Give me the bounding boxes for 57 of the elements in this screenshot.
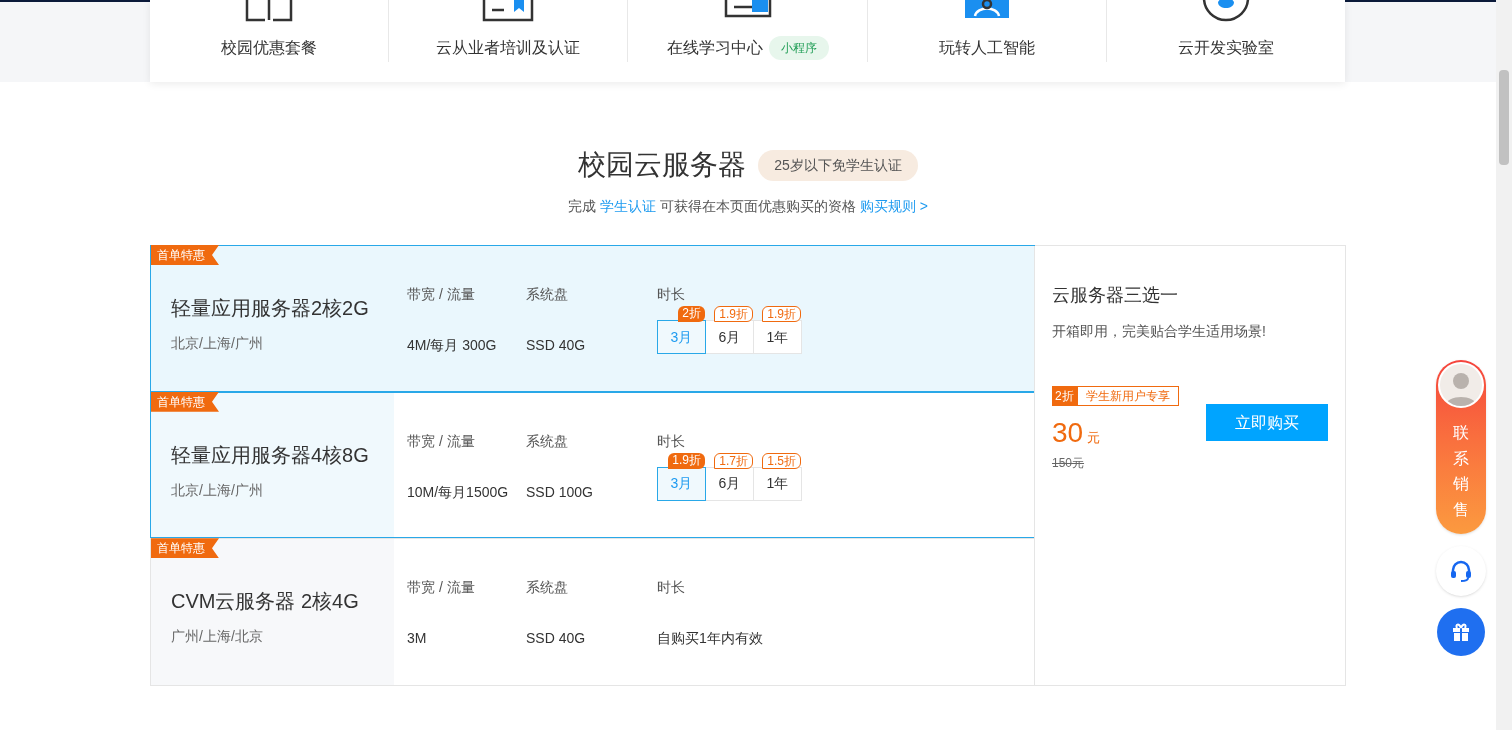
column-label: 系统盘 [526, 285, 569, 304]
gift-icon [1451, 622, 1471, 643]
discount-tag: 1.9折 [714, 306, 753, 322]
discount-tag: 1.7折 [714, 452, 753, 469]
region-list: 北京/上海/广州 [171, 479, 394, 501]
product-row[interactable]: 首单特惠 轻量应用服务器4核8G 北京/上海/广州 带宽 / 流量 10M/每月1500G 系统盘 SSD 100G 时长 1.9折 3月 1.7折 6月 1.5折 1年 [150, 391, 1035, 539]
subtitle-text: 可获得在本页面优惠购买的资格 [659, 197, 856, 216]
price-unit: 元 [1087, 429, 1101, 447]
promo-tag: 首单特惠 [151, 245, 219, 265]
bandwidth-value: 10M/每月1500G [407, 482, 510, 502]
certificate-icon [482, 0, 535, 22]
nav-item[interactable]: 云开发实验室 [1105, 0, 1345, 62]
column-label: 时长 [657, 285, 686, 304]
mini-program-badge: 小程序 [768, 36, 829, 60]
scrollbar[interactable] [1496, 0, 1512, 730]
price: 30 [1052, 416, 1084, 450]
product-row[interactable]: 首单特惠 轻量应用服务器2核2G 北京/上海/广州 带宽 / 流量 4M/每月 300G 系统盘 SSD 40G 时长 2折 3月 1.9折 6月 1.9折 1年 [150, 245, 1035, 392]
panel-description: 开箱即用，完美贴合学生适用场景! [1052, 322, 1267, 341]
validity-text: 自购买1年内有效 [657, 629, 764, 649]
subtitle-text: 完成 [567, 197, 596, 216]
duration-option[interactable]: 1年 [753, 466, 802, 501]
column-label: 带宽 / 流量 [407, 431, 476, 451]
region-list: 广州/上海/北京 [171, 626, 394, 648]
promo-tag: 首单特惠 [151, 538, 219, 559]
column-label: 带宽 / 流量 [407, 578, 476, 598]
duration-option[interactable]: 1年 [753, 320, 802, 354]
nav-item[interactable]: 玩转人工智能 [866, 0, 1106, 62]
product-name: CVM云服务器 2核4G [171, 589, 360, 615]
nav-item[interactable]: 校园优惠套餐 [150, 0, 389, 62]
product-row[interactable]: 首单特惠 CVM云服务器 2核4G 广州/上海/北京 带宽 / 流量 3M 系统盘 SSD 40G 时长 自购买1年内有效 [151, 538, 1034, 685]
age-badge: 25岁以下免学生认证 [758, 149, 918, 181]
disk-value: SSD 40G [526, 336, 587, 355]
section-title: 校园云服务器 [578, 148, 747, 182]
panel-title: 云服务器三选一 [1052, 284, 1179, 307]
product-name: 轻量应用服务器4核8G [171, 442, 370, 468]
discount-tag: 2折 [1052, 386, 1077, 406]
offer-label: 学生新用户专享 [1076, 386, 1179, 406]
bandwidth-value: 3M [407, 629, 428, 649]
column-label: 带宽 / 流量 [407, 285, 476, 304]
column-label: 系统盘 [526, 578, 569, 598]
disk-value: SSD 100G [526, 482, 594, 502]
headset-icon[interactable] [1449, 559, 1473, 584]
column-label: 时长 [657, 431, 686, 451]
discount-tag: 2折 [678, 306, 705, 322]
discount-tag: 1.9折 [668, 452, 705, 469]
nav-item[interactable]: 云从业者培训及认证 [388, 0, 628, 62]
disk-value: SSD 40G [526, 629, 587, 649]
gift-button[interactable] [1437, 608, 1485, 657]
column-label: 时长 [657, 578, 686, 598]
product-name: 轻量应用服务器2核2G [171, 296, 370, 321]
bandwidth-value: 4M/每月 300G [407, 336, 498, 355]
original-price: 150元 [1052, 455, 1086, 472]
region-list: 北京/上海/广州 [171, 333, 394, 354]
nav-item[interactable]: 在线学习中心 小程序 [627, 0, 867, 62]
discount-tag: 1.5折 [762, 452, 801, 469]
column-label: 系统盘 [526, 431, 569, 451]
discount-tag: 1.9折 [762, 306, 801, 322]
